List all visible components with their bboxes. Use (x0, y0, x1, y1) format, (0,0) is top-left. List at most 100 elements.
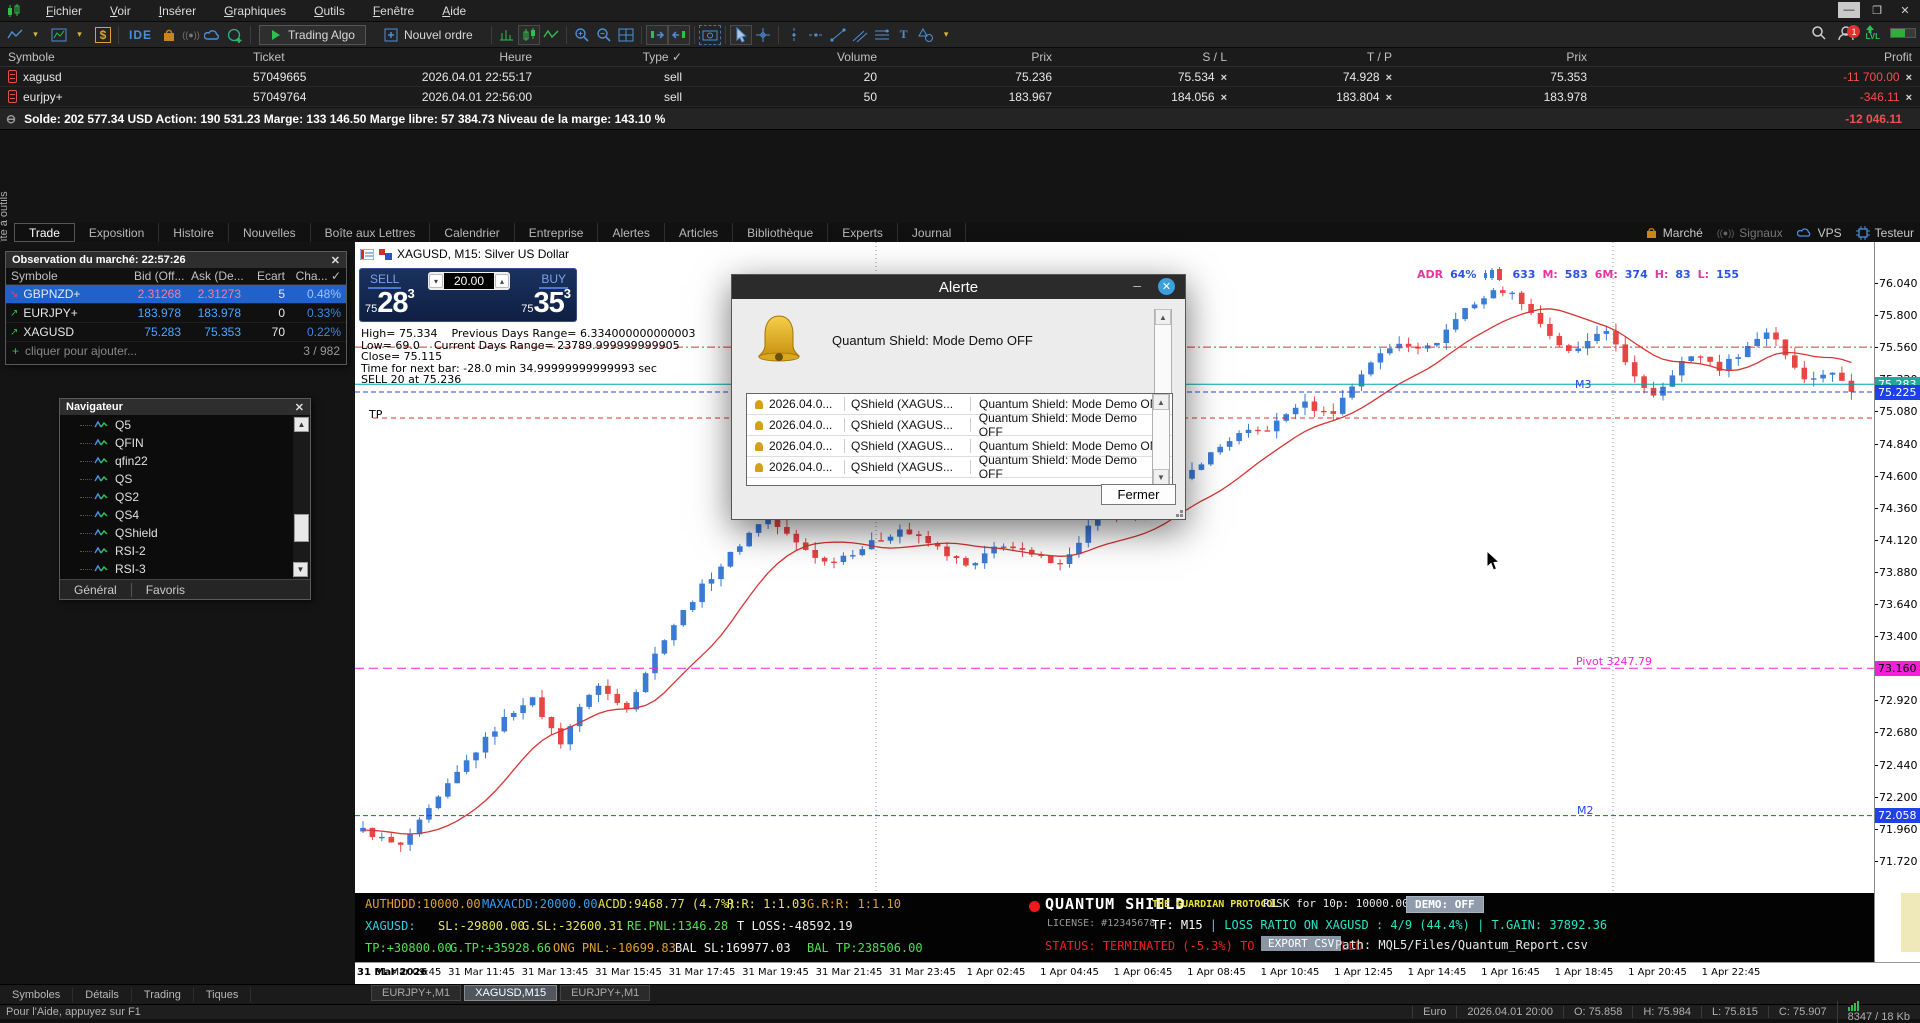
scroll-down-icon[interactable]: ▼ (1153, 469, 1169, 485)
scroll-up-icon[interactable]: ▲ (1155, 309, 1171, 325)
mw-symbol-row[interactable]: ↗EURJPY+183.978183.97800.33% (6, 304, 346, 323)
scroll-up-icon[interactable]: ▲ (1153, 394, 1169, 410)
tab-testeur[interactable]: Testeur (1856, 226, 1914, 240)
add-symbol-icon[interactable]: + (12, 344, 19, 358)
market-watch-titlebar[interactable]: Observation du marché: 22:57:26 ✕ (6, 252, 346, 268)
alert-dialog-titlebar[interactable]: Alerte – ✕ (732, 275, 1185, 299)
level-icon[interactable]: LVL (1865, 25, 1880, 41)
column-header[interactable]: Symbole (0, 50, 245, 64)
navigator-tab-général[interactable]: Général (60, 583, 131, 597)
menu-fenêtre[interactable]: Fenêtre (359, 4, 428, 18)
alert-history-row[interactable]: 2026.04.0...QShield (XAGUS...Quantum Shi… (747, 457, 1172, 478)
close-position-button[interactable]: × (1906, 72, 1912, 84)
navigator-item-qs4[interactable]: QS4 (94, 506, 293, 524)
m3-label[interactable]: M3 (1575, 378, 1592, 391)
remove-tp-button[interactable]: × (1386, 72, 1392, 84)
mw-column-header[interactable]: Ecart (246, 269, 290, 283)
column-header[interactable]: Profit (1595, 50, 1920, 64)
tab-experts[interactable]: Experts (828, 223, 898, 242)
volume-stepper[interactable]: ▾ 20.00 ▴ (428, 272, 510, 290)
menu-fichier[interactable]: Fichier (32, 4, 96, 18)
hline-icon[interactable] (805, 25, 827, 45)
fibo-icon[interactable] (871, 25, 893, 45)
shapes-icon[interactable] (915, 25, 937, 45)
tab-vps[interactable]: VPS (1797, 226, 1842, 240)
tab-articles[interactable]: Articles (665, 223, 733, 242)
export-csv-button[interactable]: EXPORT CSV (1261, 936, 1341, 951)
chart-window-icon[interactable] (48, 25, 70, 45)
volume-down-icon[interactable]: ▾ (429, 274, 443, 288)
buy-price[interactable]: 75353 (521, 286, 571, 320)
column-header[interactable]: Type ✓ (540, 50, 690, 64)
dropdown[interactable]: ▾ (70, 25, 92, 45)
zoom-out-icon[interactable] (593, 25, 615, 45)
tab-entreprise[interactable]: Entreprise (515, 223, 599, 242)
remove-tp-button[interactable]: × (1386, 92, 1392, 104)
tab-trade[interactable]: Trade (14, 223, 75, 242)
trendline-icon[interactable] (827, 25, 849, 45)
sell-price[interactable]: 75283 (365, 286, 415, 320)
dropdown[interactable]: ▾ (26, 25, 48, 45)
mw-column-header[interactable]: Bid (Off... (129, 269, 186, 283)
tab-calendrier[interactable]: Calendrier (430, 223, 514, 242)
search-icon[interactable] (1811, 25, 1827, 41)
panel-tab-tiques[interactable]: Tiques (194, 988, 252, 1002)
time-axis[interactable]: 31 Mar 202631 Mar 09:4531 Mar 11:4531 Ma… (355, 962, 1920, 984)
profile-icon[interactable]: 1 (1837, 25, 1855, 41)
column-header[interactable]: Volume (690, 50, 885, 64)
navigator-item-q5[interactable]: Q5 (94, 416, 293, 434)
ide-button[interactable]: IDE (123, 28, 158, 42)
resize-grip[interactable] (1180, 514, 1183, 517)
scroll-up-icon[interactable]: ▲ (294, 417, 309, 432)
navigator-item-rsi-3[interactable]: RSI-3 (94, 560, 293, 578)
close-icon[interactable]: ✕ (331, 254, 340, 267)
menu-aide[interactable]: Aide (428, 4, 480, 18)
scroll-down-icon[interactable]: ▼ (293, 562, 308, 577)
price-axis[interactable]: 76.04075.80075.56075.32075.08074.84074.6… (1874, 242, 1920, 962)
tab-histoire[interactable]: Histoire (159, 223, 229, 242)
navigator-item-qshield[interactable]: QShield (94, 524, 293, 542)
crosshair-icon[interactable] (752, 25, 774, 45)
signals-icon[interactable]: ((●)) (180, 25, 202, 45)
column-header[interactable]: S / L (1060, 50, 1235, 64)
dropdown[interactable]: ▾ (937, 25, 959, 45)
column-header[interactable]: Prix (1400, 50, 1595, 64)
close-window-button[interactable]: ✕ (1894, 2, 1916, 18)
community-icon[interactable] (224, 25, 246, 45)
mw-column-header[interactable]: Cha... ✓ (290, 269, 346, 283)
zoom-in-icon[interactable] (571, 25, 593, 45)
close-position-button[interactable]: × (1906, 92, 1912, 104)
tab-nouvelles[interactable]: Nouvelles (229, 223, 311, 242)
alert-history-row[interactable]: 2026.04.0...QShield (XAGUS...Quantum Shi… (747, 415, 1172, 436)
menu-voir[interactable]: Voir (96, 4, 145, 18)
column-header[interactable]: Prix (885, 50, 1060, 64)
channel-icon[interactable] (849, 25, 871, 45)
column-header[interactable]: T / P (1235, 50, 1400, 64)
cursor-icon[interactable] (730, 25, 752, 45)
remove-sl-button[interactable]: × (1221, 92, 1227, 104)
navigator-scrollbar[interactable]: ▲ ▼ (293, 416, 310, 579)
dialog-minimize-icon[interactable]: – (1133, 277, 1141, 293)
navigator-item-qs2[interactable]: QS2 (94, 488, 293, 506)
navigator-item-qs[interactable]: QS (94, 470, 293, 488)
column-header[interactable]: Ticket (245, 50, 360, 64)
add-symbol-label[interactable]: cliquer pour ajouter... (25, 344, 137, 358)
market-bag-icon[interactable] (158, 25, 180, 45)
bars-icon[interactable] (496, 25, 518, 45)
volume-value[interactable]: 20.00 (444, 273, 494, 289)
navigator-item-qfin[interactable]: QFIN (94, 434, 293, 452)
table-row[interactable]: xagusd570496652026.04.01 22:55:17sell207… (0, 67, 1920, 87)
column-header[interactable]: Heure (360, 50, 540, 64)
shift-end-icon[interactable] (668, 25, 690, 45)
chart-line-icon[interactable] (4, 25, 26, 45)
navigator-tab-favoris[interactable]: Favoris (131, 583, 199, 597)
menu-outils[interactable]: Outils (300, 4, 359, 18)
mw-column-header[interactable]: Symbole (6, 269, 129, 283)
tab-marché[interactable]: Marché (1645, 226, 1703, 240)
menu-insérer[interactable]: Insérer (145, 4, 210, 18)
minimize-window-button[interactable]: — (1838, 2, 1860, 18)
chart-tab[interactable]: EURJPY+,M1 (560, 985, 650, 1001)
panel-tab-d-tails[interactable]: Détails (73, 988, 132, 1002)
wave-icon[interactable] (540, 25, 562, 45)
navigator-item-rsi-2[interactable]: RSI-2 (94, 542, 293, 560)
